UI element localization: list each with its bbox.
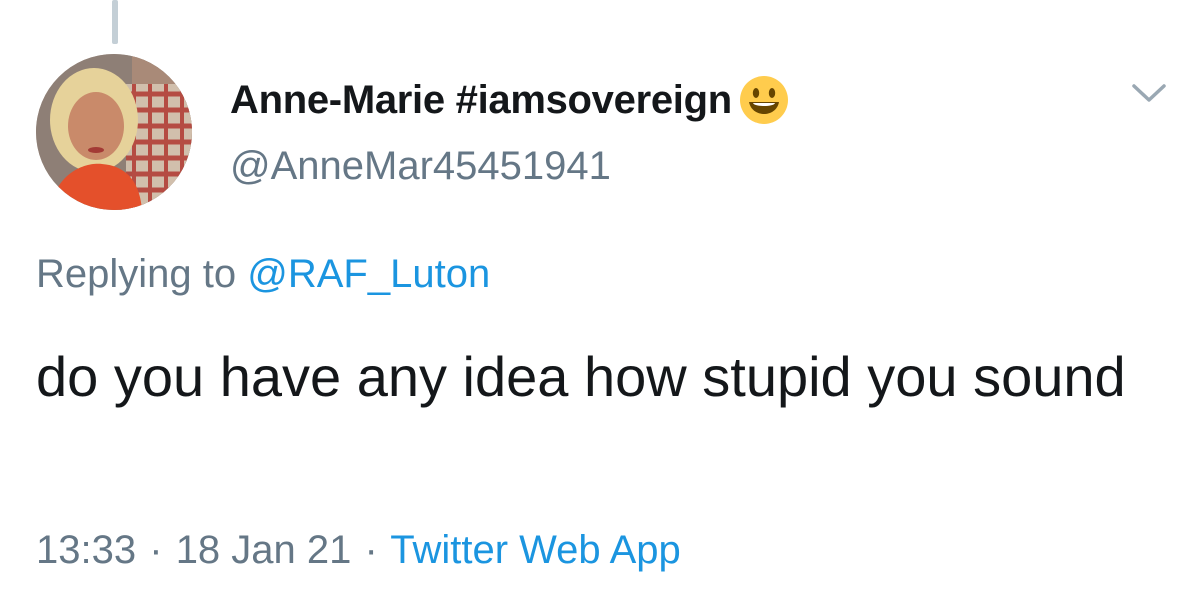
- author-display-name[interactable]: Anne-Marie #iamsovereign: [230, 78, 732, 123]
- chevron-down-icon[interactable]: [1128, 78, 1170, 108]
- author-handle[interactable]: @AnneMar45451941: [230, 144, 790, 189]
- replying-to-prefix: Replying to: [36, 252, 237, 296]
- thread-connector-line: [112, 0, 118, 44]
- tweet-meta: 13:33 · 18 Jan 21 · Twitter Web App: [36, 528, 681, 573]
- meta-separator: ·: [149, 528, 163, 572]
- tweet-date[interactable]: 18 Jan 21: [176, 528, 352, 572]
- avatar[interactable]: [36, 54, 192, 210]
- display-name-row[interactable]: Anne-Marie #iamsovereign: [230, 70, 790, 130]
- replying-to-line: Replying to @RAF_Luton: [36, 252, 490, 297]
- meta-separator: ·: [364, 528, 378, 572]
- avatar-image: [36, 54, 192, 210]
- tweet-time[interactable]: 13:33: [36, 528, 136, 572]
- tweet-text: do you have any idea how stupid you soun…: [36, 345, 1126, 408]
- tweet-source-link[interactable]: Twitter Web App: [390, 528, 681, 572]
- smiley-face-icon: [739, 76, 788, 124]
- replying-to-mention[interactable]: @RAF_Luton: [247, 252, 490, 296]
- tweet-header: Anne-Marie #iamsovereign @AnneMar4545194…: [230, 70, 790, 189]
